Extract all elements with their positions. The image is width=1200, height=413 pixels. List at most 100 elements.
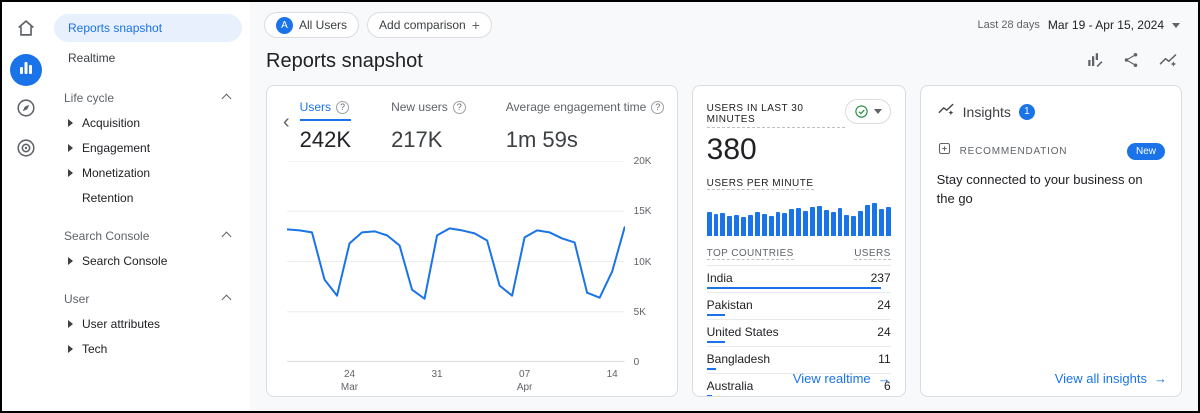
top-countries-header: TOP COUNTRIES USERS — [707, 248, 891, 266]
insights-title: Insights — [963, 104, 1011, 120]
section-user: User User attributes Tech — [50, 287, 250, 361]
realtime-status-dropdown[interactable] — [845, 99, 891, 124]
expand-arrow-icon[interactable] — [68, 345, 73, 353]
section-title: Life cycle — [64, 91, 114, 105]
expand-arrow-icon[interactable] — [68, 119, 73, 127]
nav-rail — [2, 2, 50, 411]
users-line-chart: 05K10K15K20K 24Mar3107Apr14 — [277, 161, 661, 392]
segment-avatar: A — [276, 17, 293, 34]
add-comparison-label: Add comparison — [379, 18, 466, 32]
metric-value: 242K — [300, 127, 351, 153]
realtime-card: USERS IN LAST 30 MINUTES 380 USERS PER M… — [692, 85, 906, 397]
all-users-label: All Users — [299, 18, 347, 32]
sidebar-item-user-attributes[interactable]: User attributes — [50, 311, 250, 336]
help-icon[interactable]: ? — [651, 101, 664, 114]
section-header-search-console[interactable]: Search Console — [50, 224, 250, 248]
sidebar-item-search-console[interactable]: Search Console — [50, 248, 250, 273]
metric-value: 1m 59s — [506, 127, 665, 153]
section-title: Search Console — [64, 229, 149, 243]
users-per-minute-bar-chart — [707, 198, 891, 236]
help-icon[interactable]: ? — [453, 101, 466, 114]
sidebar-item-monetization[interactable]: Monetization — [50, 160, 250, 185]
sidebar-item-retention[interactable]: Retention — [50, 185, 250, 210]
metric-tab-users[interactable]: Users ? 242K — [300, 100, 351, 153]
reports-sidebar: Reports snapshot Realtime Life cycle Acq… — [50, 2, 250, 411]
per-minute-bar — [810, 207, 815, 236]
view-all-insights-link[interactable]: View all insights → — [1055, 371, 1167, 386]
sidebar-item-realtime[interactable]: Realtime — [54, 44, 242, 72]
chevron-up-icon — [222, 93, 232, 103]
metric-label: New users — [391, 100, 448, 114]
insights-panel-button[interactable] — [1158, 50, 1178, 73]
section-search-console: Search Console Search Console — [50, 224, 250, 273]
expand-arrow-icon[interactable] — [68, 144, 73, 152]
section-life-cycle: Life cycle Acquisition Engagement Moneti… — [50, 86, 250, 210]
sidebar-item-engagement[interactable]: Engagement — [50, 135, 250, 160]
country-row-united-states[interactable]: United States 24 — [707, 320, 891, 347]
expand-arrow-icon[interactable] — [68, 257, 73, 265]
country-share-bar — [707, 368, 716, 370]
date-preset-label: Last 28 days — [978, 19, 1040, 31]
per-minute-bar — [782, 213, 787, 236]
per-minute-bar — [796, 208, 801, 236]
section-header-user[interactable]: User — [50, 287, 250, 311]
per-minute-bar — [714, 214, 719, 236]
country-share-bar — [707, 395, 713, 397]
compass-icon — [15, 97, 37, 124]
insight-message[interactable]: Stay connected to your business on the g… — [937, 171, 1152, 209]
customize-report-button[interactable] — [1086, 51, 1104, 72]
expand-arrow-icon[interactable] — [68, 169, 73, 177]
metrics-prev-button[interactable]: ‹ — [277, 112, 296, 132]
realtime-title: USERS IN LAST 30 MINUTES — [707, 103, 845, 128]
share-icon — [1122, 51, 1140, 72]
share-button[interactable] — [1122, 51, 1140, 72]
check-circle-icon — [854, 104, 869, 119]
per-minute-bar — [734, 215, 739, 236]
date-range-picker[interactable]: Last 28 days Mar 19 - Apr 15, 2024 — [978, 18, 1180, 32]
per-minute-bar — [755, 212, 760, 236]
sidebar-item-acquisition[interactable]: Acquisition — [50, 110, 250, 135]
per-minute-bar — [831, 212, 836, 236]
target-icon — [15, 137, 37, 164]
advertising-nav-button[interactable] — [10, 134, 42, 166]
metric-label: Users — [300, 100, 331, 114]
caret-down-icon — [874, 109, 882, 114]
bar-chart-icon — [18, 60, 34, 81]
per-minute-bar — [865, 205, 870, 236]
expand-arrow-icon[interactable] — [68, 320, 73, 328]
per-minute-bar — [776, 212, 781, 236]
all-users-chip[interactable]: A All Users — [264, 12, 359, 38]
spacer — [68, 194, 73, 202]
per-minute-bar — [762, 214, 767, 236]
per-minute-bar — [872, 203, 877, 236]
per-minute-bar — [844, 215, 849, 236]
country-row-pakistan[interactable]: Pakistan 24 — [707, 293, 891, 320]
metric-tab-new-users[interactable]: New users ? 217K — [391, 100, 466, 153]
chevron-up-icon — [222, 294, 232, 304]
reports-nav-button[interactable] — [10, 54, 42, 86]
section-header-life-cycle[interactable]: Life cycle — [50, 86, 250, 110]
per-minute-bar — [879, 209, 884, 236]
sidebar-item-reports-snapshot[interactable]: Reports snapshot — [54, 14, 242, 42]
arrow-right-icon: → — [878, 371, 891, 386]
add-comparison-chip[interactable]: Add comparison + — [367, 12, 492, 38]
cards-row: ‹ Users ? 242K New users ? — [250, 85, 1198, 411]
help-icon[interactable]: ? — [336, 101, 349, 114]
page-header: Reports snapshot — [250, 42, 1198, 85]
x-axis-labels: 24Mar3107Apr14 — [287, 362, 625, 392]
sidebar-item-tech[interactable]: Tech — [50, 336, 250, 361]
country-share-bar — [707, 341, 725, 343]
per-minute-bar — [858, 211, 863, 236]
users-column-label: USERS — [854, 248, 890, 260]
country-row-india[interactable]: India 237 — [707, 266, 891, 293]
metric-tab-avg-engagement-time[interactable]: Average engagement time ? 1m 59s — [506, 100, 665, 153]
country-row-bangladesh[interactable]: Bangladesh 11 — [707, 347, 891, 374]
home-nav-button[interactable] — [10, 14, 42, 46]
per-minute-bar — [769, 216, 774, 236]
view-realtime-link[interactable]: View realtime → — [793, 371, 891, 386]
line-chart-plot — [287, 161, 625, 362]
per-minute-bar — [748, 215, 753, 236]
per-minute-bar — [789, 209, 794, 236]
sidebar-item-label: Reports snapshot — [68, 21, 162, 35]
explore-nav-button[interactable] — [10, 94, 42, 126]
